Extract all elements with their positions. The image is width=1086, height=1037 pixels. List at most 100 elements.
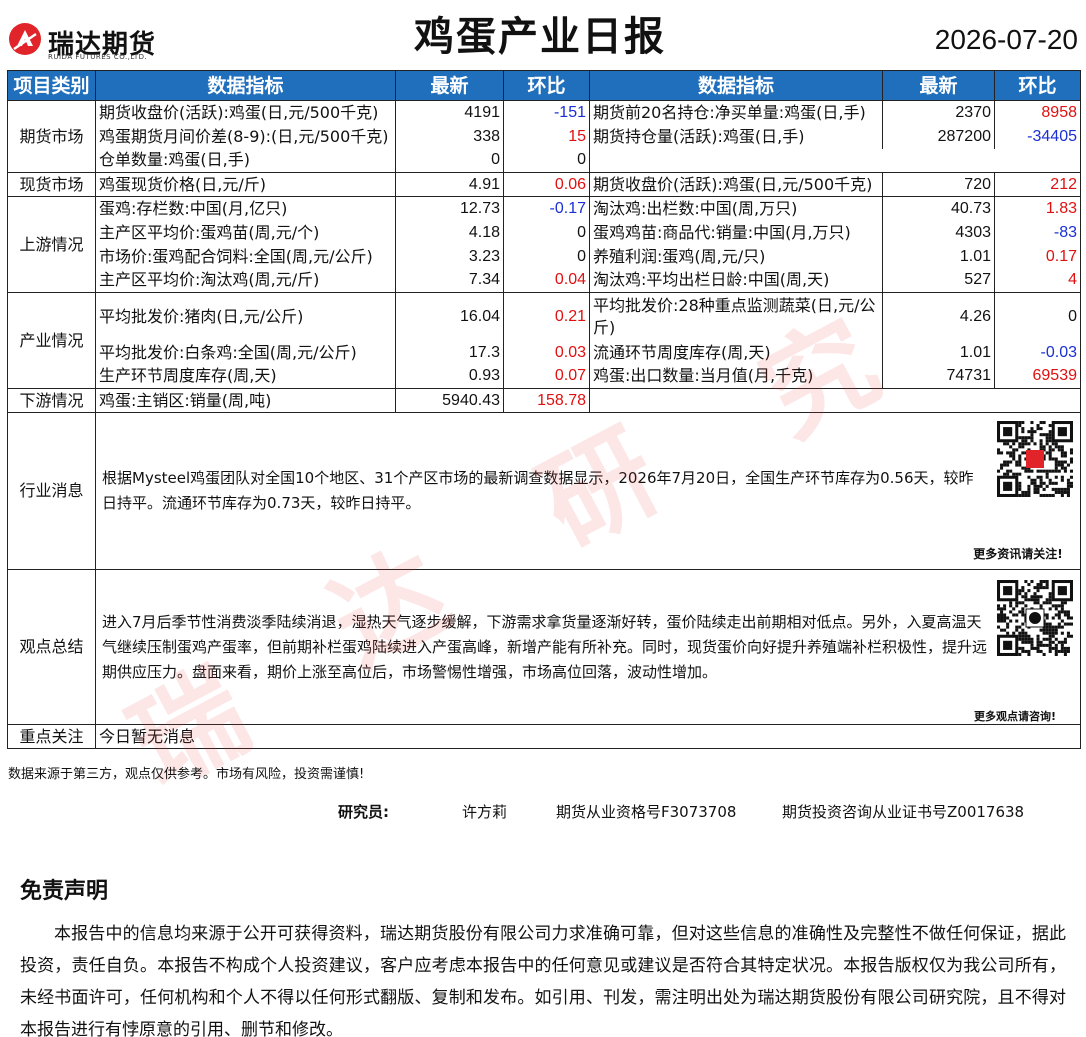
category-downstream: 下游情况 bbox=[7, 388, 96, 413]
header-category: 项目类别 bbox=[7, 70, 96, 101]
table-row: 仓单数量:鸡蛋(日,手) 0 0 bbox=[8, 148, 1081, 173]
table-row: 平均批发价:白条鸡:全国(周,元/公斤) 17.3 0.03 流通环节周度库存(… bbox=[8, 340, 1081, 365]
change-value: 0 bbox=[503, 220, 590, 245]
data-table: 项目类别 数据指标 最新 环比 数据指标 最新 环比 期货市场 期货收盘价(活跃… bbox=[7, 70, 1081, 749]
category-upstream: 上游情况 bbox=[7, 196, 96, 293]
latest-value: 4303 bbox=[882, 220, 995, 245]
indicator-name: 期货收盘价(活跃):鸡蛋(日,元/500千克) bbox=[589, 172, 883, 197]
change-value: 212 bbox=[994, 172, 1081, 197]
table-row: 下游情况 鸡蛋:主销区:销量(周,吨) 5940.43 158.78 bbox=[7, 388, 1081, 413]
focus-row: 重点关注 今日暂无消息 bbox=[7, 724, 1081, 749]
table-row: 上游情况 蛋鸡:存栏数:中国(月,亿只) 12.73 -0.17 淘汰鸡:出栏数… bbox=[7, 196, 1081, 293]
view-text: 进入7月后季节性消费淡季陆续消退，湿热天气逐步缓解，下游需求拿货量逐渐好转，蛋价… bbox=[95, 569, 995, 725]
wechat-qr-code-icon bbox=[996, 580, 1073, 656]
header-indicator: 数据指标 bbox=[589, 70, 883, 101]
change-value: -151 bbox=[503, 100, 590, 125]
indicator-name: 仓单数量:鸡蛋(日,手) bbox=[95, 148, 396, 173]
latest-value: 527 bbox=[882, 268, 995, 293]
indicator-name: 平均批发价:28种重点监测蔬菜(日,元/公斤) bbox=[589, 292, 883, 341]
consulting-license: 期货投资咨询从业证书号Z0017638 bbox=[782, 803, 1025, 821]
change-value: 1.83 bbox=[994, 196, 1081, 221]
indicator-name: 主产区平均价:淘汰鸡(周,元/斤) bbox=[95, 268, 396, 293]
latest-value: 0 bbox=[395, 148, 504, 173]
change-value: 69539 bbox=[994, 364, 1081, 389]
header-latest: 最新 bbox=[882, 70, 995, 101]
indicator-name: 平均批发价:猪肉(日,元/公斤) bbox=[95, 292, 396, 341]
category-industry: 产业情况 bbox=[7, 292, 96, 389]
indicator-name: 期货收盘价(活跃):鸡蛋(日,元/500千克) bbox=[95, 100, 396, 125]
change-value: -34405 bbox=[994, 124, 1081, 149]
table-row: 主产区平均价:淘汰鸡(周,元/斤) 7.34 0.04 淘汰鸡:平均出栏日龄:中… bbox=[8, 268, 1081, 293]
latest-value: 1.01 bbox=[882, 244, 995, 269]
change-value: 0.21 bbox=[503, 292, 590, 341]
latest-value: 338 bbox=[395, 124, 504, 149]
news-qr-caption: 更多资讯请关注! bbox=[973, 547, 1063, 561]
indicator-name: 期货前20名持仓:净买单量:鸡蛋(日,手) bbox=[589, 100, 883, 125]
header-latest: 最新 bbox=[395, 70, 504, 101]
latest-value: 12.73 bbox=[395, 196, 504, 221]
indicator-name: 鸡蛋期货月间价差(8-9):(日,元/500千克) bbox=[95, 124, 396, 149]
latest-value: 4.18 bbox=[395, 220, 504, 245]
latest-value: 4191 bbox=[395, 100, 504, 125]
table-row: 主产区平均价:蛋鸡苗(周,元/个) 4.18 0 蛋鸡鸡苗:商品代:销量:中国(… bbox=[8, 220, 1081, 245]
view-qr-cell bbox=[994, 569, 1081, 725]
latest-value: 17.3 bbox=[395, 340, 504, 365]
disclaimer-text: 本报告中的信息均来源于公开可获得资料，瑞达期货股份有限公司力求准确可靠，但对这些… bbox=[20, 924, 1066, 1037]
company-logo: 瑞达期货 RUIDA FUTURES CO.,LTD. bbox=[8, 14, 178, 62]
view-row: 观点总结 进入7月后季节性消费淡季陆续消退，湿热天气逐步缓解，下游需求拿货量逐渐… bbox=[7, 569, 1081, 725]
category-news: 行业消息 bbox=[7, 412, 96, 570]
indicator-name: 淘汰鸡:出栏数:中国(周,万只) bbox=[589, 196, 883, 221]
empty-cell bbox=[589, 388, 1081, 413]
latest-value: 7.34 bbox=[395, 268, 504, 293]
change-value: -0.17 bbox=[503, 196, 590, 221]
table-header-row: 项目类别 数据指标 最新 环比 数据指标 最新 环比 bbox=[7, 70, 1081, 101]
change-value: 4 bbox=[994, 268, 1081, 293]
table-row: 鸡蛋期货月间价差(8-9):(日,元/500千克) 338 15 期货持仓量(活… bbox=[8, 124, 1081, 149]
indicator-name: 鸡蛋:出口数量:当月值(月,千克) bbox=[589, 364, 883, 389]
change-value: 15 bbox=[503, 124, 590, 149]
header-change: 环比 bbox=[994, 70, 1081, 101]
header-change: 环比 bbox=[503, 70, 590, 101]
change-value: 0.06 bbox=[503, 172, 590, 197]
logo-english-name: RUIDA FUTURES CO.,LTD. bbox=[48, 53, 148, 61]
report-date: 2026-07-20 bbox=[934, 24, 1078, 55]
change-value: 8958 bbox=[994, 100, 1081, 125]
header-indicator: 数据指标 bbox=[95, 70, 396, 101]
table-row: 市场价:蛋鸡配合饲料:全国(周,元/公斤) 3.23 0 养殖利润:蛋鸡(周,元… bbox=[8, 244, 1081, 269]
latest-value: 4.26 bbox=[882, 292, 995, 341]
change-value: -83 bbox=[994, 220, 1081, 245]
futures-license: 期货从业资格号F3073708 bbox=[556, 803, 737, 821]
latest-value: 287200 bbox=[882, 124, 995, 149]
researcher-label: 研究员: bbox=[338, 803, 389, 821]
disclaimer-title: 免责声明 bbox=[20, 879, 109, 904]
indicator-name: 主产区平均价:蛋鸡苗(周,元/个) bbox=[95, 220, 396, 245]
page-title: 鸡蛋产业日报 bbox=[414, 14, 666, 60]
latest-value: 16.04 bbox=[395, 292, 504, 341]
indicator-name: 蛋鸡:存栏数:中国(月,亿只) bbox=[95, 196, 396, 221]
latest-value: 720 bbox=[882, 172, 995, 197]
change-value: 0.04 bbox=[503, 268, 590, 293]
latest-value: 74731 bbox=[882, 364, 995, 389]
change-value: 0.17 bbox=[994, 244, 1081, 269]
indicator-name: 淘汰鸡:平均出栏日龄:中国(周,天) bbox=[589, 268, 883, 293]
latest-value: 4.91 bbox=[395, 172, 504, 197]
table-row: 现货市场 鸡蛋现货价格(日,元/斤) 4.91 0.06 期货收盘价(活跃):鸡… bbox=[7, 172, 1081, 197]
indicator-name: 蛋鸡鸡苗:商品代:销量:中国(月,万只) bbox=[589, 220, 883, 245]
category-spot: 现货市场 bbox=[7, 172, 96, 197]
latest-value: 1.01 bbox=[882, 340, 995, 365]
empty-cell bbox=[589, 148, 1081, 173]
change-value: -0.03 bbox=[994, 340, 1081, 365]
category-focus: 重点关注 bbox=[7, 724, 96, 749]
category-view: 观点总结 bbox=[7, 569, 96, 725]
latest-value: 5940.43 bbox=[395, 388, 504, 413]
qr-code-icon bbox=[996, 421, 1073, 497]
indicator-name: 生产环节周度库存(周,天) bbox=[95, 364, 396, 389]
data-source-note: 数据来源于第三方，观点仅供参考。市场有风险，投资需谨慎! bbox=[8, 767, 365, 782]
news-text: 根据Mysteel鸡蛋团队对全国10个地区、31个产区市场的最新调查数据显示，2… bbox=[95, 412, 995, 570]
news-row: 行业消息 根据Mysteel鸡蛋团队对全国10个地区、31个产区市场的最新调查数… bbox=[7, 412, 1081, 570]
change-value: 0.03 bbox=[503, 340, 590, 365]
indicator-name: 平均批发价:白条鸡:全国(周,元/公斤) bbox=[95, 340, 396, 365]
category-futures: 期货市场 bbox=[7, 100, 96, 173]
latest-value: 40.73 bbox=[882, 196, 995, 221]
table-row: 期货市场 期货收盘价(活跃):鸡蛋(日,元/500千克) 4191 -151 期… bbox=[7, 100, 1081, 173]
